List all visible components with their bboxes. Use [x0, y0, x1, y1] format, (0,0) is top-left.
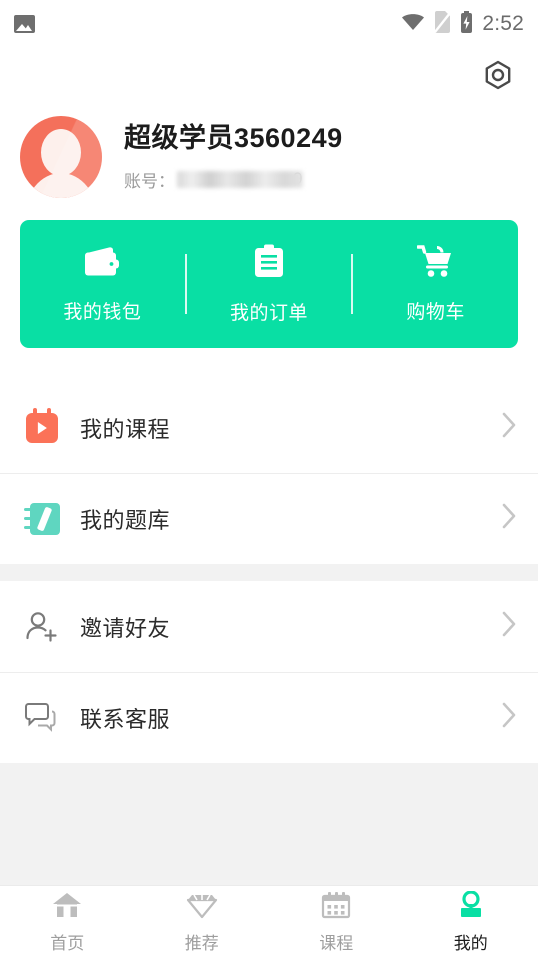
quick-action-wallet-label: 我的钱包 — [63, 301, 142, 323]
battery-charging-icon — [460, 10, 473, 38]
settings-gear-icon[interactable] — [480, 58, 516, 94]
home-icon — [52, 891, 82, 924]
nav-item-recommend-label: 推荐 — [184, 933, 219, 953]
chevron-right-icon — [501, 610, 518, 643]
status-bar-left — [14, 15, 35, 33]
chevron-right-icon — [501, 502, 518, 535]
status-bar-clock: 2:52 — [482, 12, 524, 35]
status-bar: 2:52 — [0, 0, 538, 48]
clipboard-icon — [253, 244, 285, 284]
menu-item-my-question-bank[interactable]: 我的题库 — [0, 473, 538, 564]
menu-group-support: 邀请好友 联系客服 — [0, 581, 538, 763]
user-name: 超级学员3560249 — [124, 123, 343, 154]
menu-item-contact-support[interactable]: 联系客服 — [0, 672, 538, 763]
cart-icon — [415, 244, 455, 283]
quick-action-orders[interactable]: 我的订单 — [187, 244, 352, 325]
menu-item-my-courses[interactable]: 我的课程 — [0, 382, 538, 473]
nav-item-mine[interactable]: 我的 — [404, 889, 538, 954]
spacer-after-card — [0, 348, 538, 382]
section-divider-1 — [0, 564, 538, 581]
nav-item-courses-label: 课程 — [319, 933, 354, 953]
content-bottom-fill — [0, 763, 538, 885]
chat-bubbles-icon — [22, 698, 62, 738]
quick-action-wallet[interactable]: 我的钱包 — [20, 245, 185, 324]
status-bar-right: 2:52 — [401, 10, 524, 38]
menu-item-my-courses-label: 我的课程 — [80, 416, 171, 442]
menu-group-courses: 我的课程 我的题库 — [0, 382, 538, 564]
header-bar — [0, 48, 538, 106]
diamond-icon — [186, 891, 218, 924]
account-label: 账号： — [124, 171, 175, 191]
account-number-masked — [177, 170, 303, 188]
menu-item-my-question-bank-label: 我的题库 — [80, 507, 171, 533]
profile-info: 超级学员3560249 账号： 9 — [124, 122, 343, 191]
quick-action-orders-label: 我的订单 — [230, 302, 309, 324]
image-icon — [14, 15, 35, 33]
menu-item-contact-support-label: 联系客服 — [80, 706, 171, 732]
account-row: 账号： 9 — [124, 167, 343, 192]
nav-item-home[interactable]: 首页 — [0, 891, 135, 954]
wifi-icon — [401, 12, 425, 37]
calendar-icon — [321, 891, 351, 924]
chevron-right-icon — [501, 701, 518, 734]
nav-item-courses[interactable]: 课程 — [269, 891, 404, 954]
nav-item-recommend[interactable]: 推荐 — [135, 891, 270, 954]
avatar[interactable] — [20, 116, 102, 198]
wallet-icon — [83, 245, 121, 283]
chevron-right-icon — [501, 411, 518, 444]
quick-actions-card: 我的钱包 我的订单 购物车 — [20, 220, 518, 348]
course-video-calendar-icon — [22, 407, 62, 448]
notebook-pencil-icon — [22, 499, 62, 539]
menu-item-invite-friends-label: 邀请好友 — [80, 615, 171, 641]
person-icon — [456, 889, 486, 924]
quick-action-cart[interactable]: 购物车 — [353, 244, 518, 324]
sim-card-off-icon — [434, 10, 452, 38]
bottom-navigation: 首页 推荐 课程 我的 — [0, 885, 538, 958]
app-screen: 2:52 超级学员3560249 账号： 9 — [0, 0, 538, 958]
nav-item-mine-label: 我的 — [453, 933, 488, 953]
person-add-icon — [22, 607, 62, 647]
quick-action-cart-label: 购物车 — [406, 302, 465, 323]
profile-header[interactable]: 超级学员3560249 账号： 9 — [0, 106, 538, 220]
menu-item-invite-friends[interactable]: 邀请好友 — [0, 581, 538, 672]
nav-item-home-label: 首页 — [50, 933, 85, 953]
avatar-highlight — [20, 116, 102, 198]
